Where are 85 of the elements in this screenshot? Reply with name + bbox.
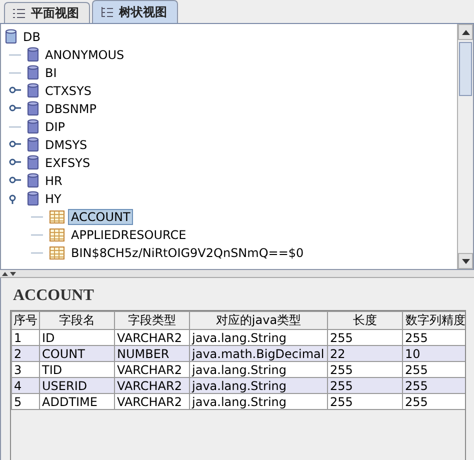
collapsed-handle-icon[interactable] <box>9 140 23 150</box>
table-cell: NUMBER <box>114 346 190 362</box>
tree-node-label[interactable]: EXFSYS <box>42 155 94 171</box>
table-cell: 255 <box>328 330 402 346</box>
scroll-down-button[interactable] <box>458 253 473 269</box>
database-icon <box>27 83 39 99</box>
table-cell: 1 <box>12 330 40 346</box>
table-cell: 3 <box>12 362 40 378</box>
table-cell: ID <box>40 330 114 346</box>
tree-node-label[interactable]: APPLIEDRESOURCE <box>68 227 190 243</box>
tree-node-label[interactable]: ACCOUNT <box>68 209 134 225</box>
table-cell: java.lang.String <box>190 394 328 410</box>
scroll-thumb[interactable] <box>459 42 472 96</box>
column-header[interactable]: 字段名 <box>40 312 114 330</box>
list-icon <box>13 8 25 18</box>
column-header[interactable]: 长度 <box>328 312 402 330</box>
split-arrows-icon <box>2 271 16 276</box>
database-icon <box>27 47 39 63</box>
collapsed-handle-icon[interactable] <box>9 104 23 114</box>
table-cell: 10 <box>402 346 465 362</box>
table-cell: 255 <box>402 378 465 394</box>
tree-line <box>9 54 21 56</box>
table-cell: ADDTIME <box>40 394 114 410</box>
tree-line <box>31 234 43 236</box>
tree-line <box>9 126 21 128</box>
table-cell: 255 <box>402 330 465 346</box>
scroll-up-button[interactable] <box>458 24 473 40</box>
tree-node-label[interactable]: BIN$8CH5z/NiRtOIG9V2QnSNmQ==$0 <box>68 245 307 261</box>
tree-node-label[interactable]: HR <box>42 173 66 189</box>
table-cell: 255 <box>328 362 402 378</box>
column-header[interactable]: 序号 <box>12 312 40 330</box>
database-icon <box>27 65 39 81</box>
collapsed-handle-icon[interactable] <box>9 176 23 186</box>
table-cell: 2 <box>12 346 40 362</box>
scrollbar[interactable] <box>457 24 473 269</box>
database-icon <box>27 137 39 153</box>
table-cell: 5 <box>12 394 40 410</box>
database-icon <box>5 29 17 45</box>
tree-node-label[interactable]: DMSYS <box>42 137 90 153</box>
table-cell: 255 <box>402 362 465 378</box>
tree-node-label[interactable]: DIP <box>42 119 68 135</box>
database-icon <box>27 191 39 207</box>
column-header[interactable]: 字段类型 <box>114 312 190 330</box>
table-cell: USERID <box>40 378 114 394</box>
tree-node-label[interactable]: HY <box>42 191 64 207</box>
tree-line <box>31 216 43 218</box>
tree-node-label[interactable]: DB <box>20 29 44 45</box>
table-cell: TID <box>40 362 114 378</box>
column-header[interactable]: 对应的java类型 <box>190 312 328 330</box>
table-cell: COUNT <box>40 346 114 362</box>
database-icon <box>27 101 39 117</box>
table-cell: VARCHAR2 <box>114 378 190 394</box>
table-icon <box>49 246 65 260</box>
table-cell: 255 <box>402 394 465 410</box>
tree-node-label[interactable]: BI <box>42 65 60 81</box>
table-cell: 255 <box>328 378 402 394</box>
tree-line <box>31 252 43 254</box>
table-icon <box>49 228 65 242</box>
table-cell: VARCHAR2 <box>114 362 190 378</box>
table-cell: 22 <box>328 346 402 362</box>
table-cell: java.math.BigDecimal <box>190 346 328 362</box>
table-cell: java.lang.String <box>190 330 328 346</box>
up-arrow-icon <box>462 30 470 34</box>
tree-node-label[interactable]: ANONYMOUS <box>42 47 128 63</box>
view-tab[interactable]: 树状视图 <box>92 0 178 23</box>
table-cell: java.lang.String <box>190 362 328 378</box>
tree-node-label[interactable]: CTXSYS <box>42 83 94 99</box>
tree-node-label[interactable]: DBSNMP <box>42 101 100 117</box>
column-header[interactable]: 数字列精度 <box>402 312 465 330</box>
collapsed-handle-icon[interactable] <box>9 158 23 168</box>
table-icon <box>49 210 65 224</box>
tree-icon <box>101 6 113 18</box>
database-icon <box>27 119 39 135</box>
table-cell: 255 <box>328 394 402 410</box>
database-icon <box>27 155 39 171</box>
database-icon <box>27 173 39 189</box>
table-cell: 4 <box>12 378 40 394</box>
tree-line <box>9 72 21 74</box>
table-cell: VARCHAR2 <box>114 394 190 410</box>
collapsed-handle-icon[interactable] <box>9 86 23 96</box>
table-cell: java.lang.String <box>190 378 328 394</box>
down-arrow-icon <box>462 258 470 264</box>
table-cell: VARCHAR2 <box>114 330 190 346</box>
table-title: ACCOUNT <box>12 286 95 306</box>
view-tab[interactable]: 平面视图 <box>4 2 90 23</box>
